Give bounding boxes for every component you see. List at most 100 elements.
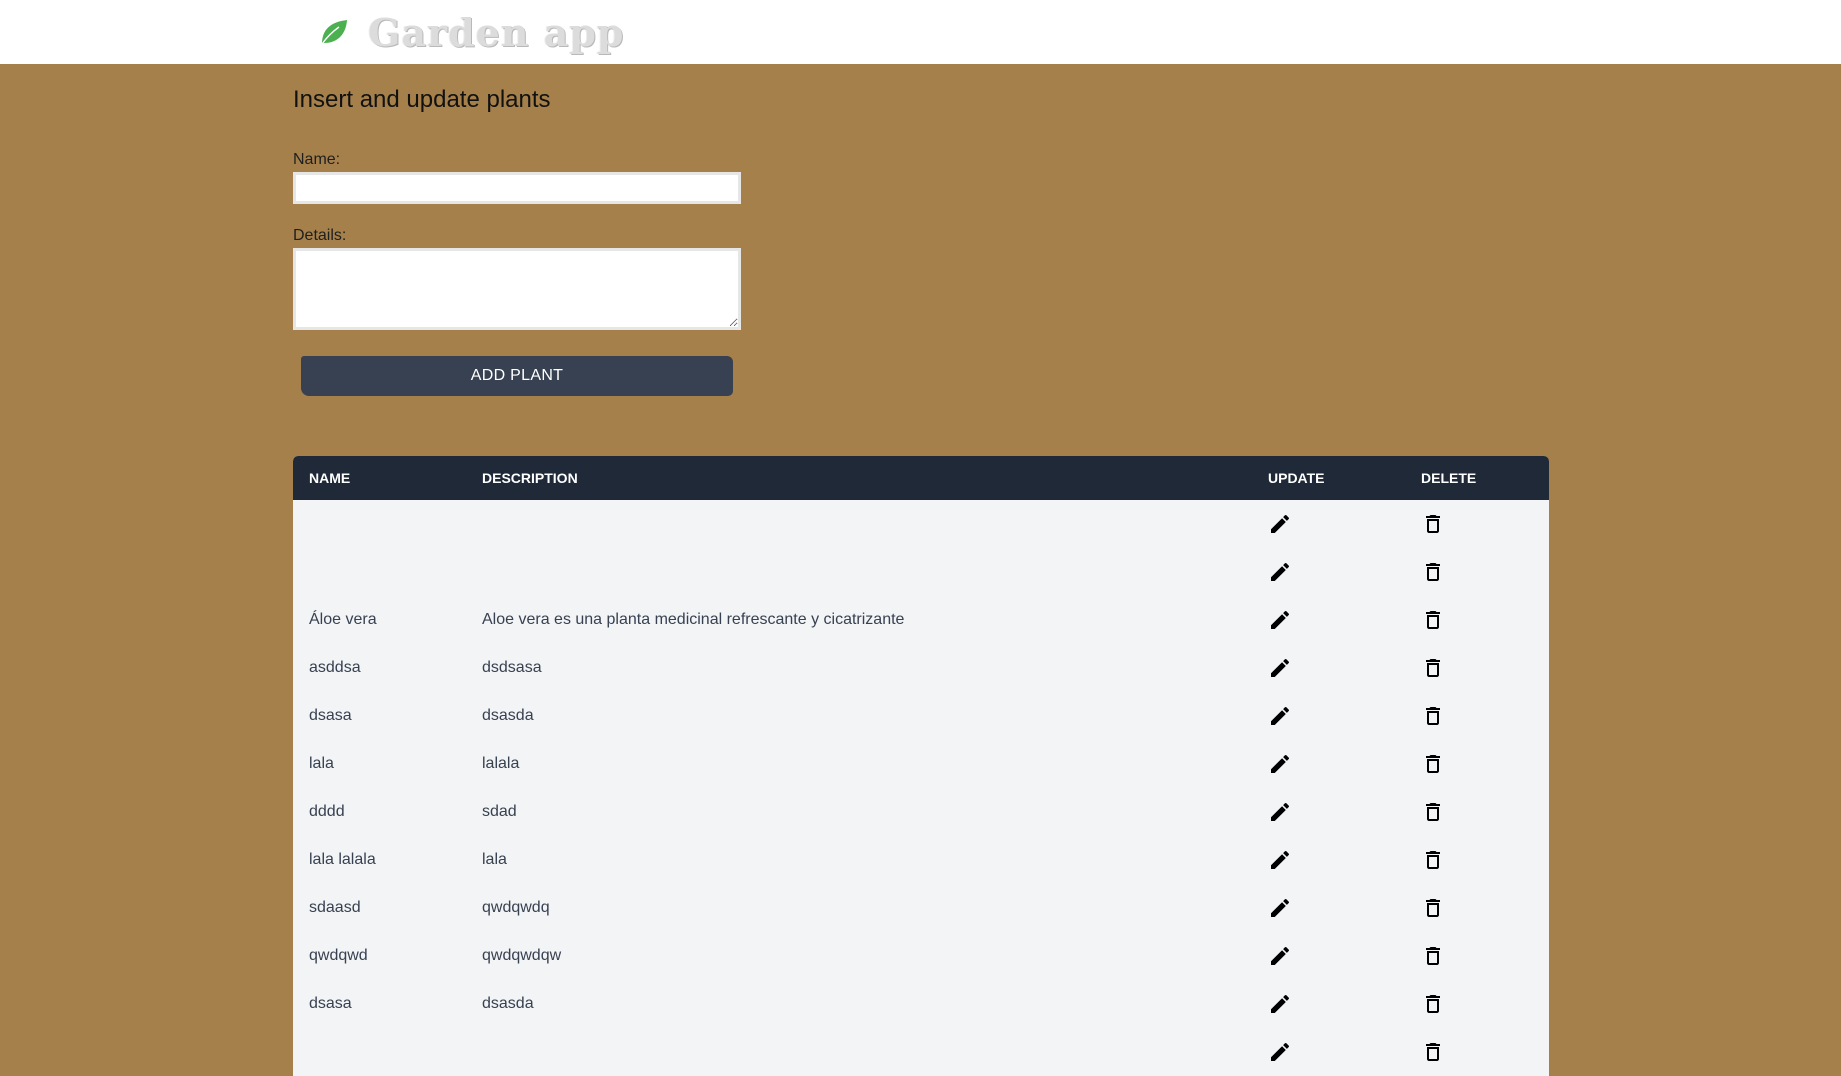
update-cell: [1252, 548, 1405, 596]
trash-icon[interactable]: [1421, 608, 1445, 632]
plant-name-cell: asddsa: [309, 659, 361, 676]
trash-icon[interactable]: [1421, 992, 1445, 1016]
update-cell: [1252, 500, 1405, 548]
pencil-icon[interactable]: [1268, 752, 1292, 776]
update-cell: [1252, 788, 1405, 836]
trash-icon[interactable]: [1421, 800, 1445, 824]
page-title: Insert and update plants: [293, 86, 551, 113]
delete-cell: [1405, 740, 1549, 788]
plant-description-cell: lala: [482, 851, 507, 868]
table-row: dsasa dsasda: [293, 692, 1549, 740]
plant-description-cell: Aloe vera es una planta medicinal refres…: [482, 611, 905, 628]
name-label: Name:: [293, 151, 341, 168]
delete-cell: [1405, 644, 1549, 692]
table-body: Áloe vera Aloe vera es una planta medici…: [293, 500, 1549, 1076]
plant-description-cell: lalala: [482, 755, 520, 772]
table-row: [293, 1028, 1549, 1076]
pencil-icon[interactable]: [1268, 896, 1292, 920]
pencil-icon[interactable]: [1268, 992, 1292, 1016]
header-delete: DELETE: [1421, 470, 1477, 486]
plant-description-cell: dsasda: [482, 995, 534, 1012]
leaf-icon: [321, 20, 347, 45]
header-name: NAME: [309, 470, 351, 486]
plant-name-cell: dsasa: [309, 707, 352, 724]
pencil-icon[interactable]: [1268, 560, 1292, 584]
delete-cell: [1405, 596, 1549, 644]
pencil-icon[interactable]: [1268, 608, 1292, 632]
trash-icon[interactable]: [1421, 512, 1445, 536]
update-cell: [1252, 740, 1405, 788]
delete-cell: [1405, 836, 1549, 884]
update-cell: [1252, 644, 1405, 692]
plant-name-cell: dddd: [309, 803, 345, 820]
table-row: asddsa dsdsasa: [293, 644, 1549, 692]
plant-name-cell: lala: [309, 755, 334, 772]
add-plant-button[interactable]: ADD PLANT: [301, 356, 733, 396]
brand[interactable]: Garden app: [318, 9, 625, 55]
plant-description-cell: dsdsasa: [482, 659, 542, 676]
pencil-icon[interactable]: [1268, 800, 1292, 824]
plant-name-cell: [293, 1028, 466, 1076]
table-row: Áloe vera Aloe vera es una planta medici…: [293, 596, 1549, 644]
table-row: [293, 548, 1549, 596]
update-cell: [1252, 980, 1405, 1028]
plant-description-cell: qwdqwdq: [482, 899, 550, 916]
update-cell: [1252, 884, 1405, 932]
pencil-icon[interactable]: [1268, 1040, 1292, 1064]
table-row: dddd sdad: [293, 788, 1549, 836]
plant-description-cell: qwdqwdqw: [482, 947, 562, 964]
plant-description-cell: dsasda: [482, 707, 534, 724]
plant-description-cell: [466, 1028, 1252, 1076]
plant-name-cell: dsasa: [309, 995, 352, 1012]
table-row: dsasa dsasda: [293, 980, 1549, 1028]
trash-icon[interactable]: [1421, 944, 1445, 968]
update-cell: [1252, 1028, 1405, 1076]
pencil-icon[interactable]: [1268, 944, 1292, 968]
update-cell: [1252, 836, 1405, 884]
trash-icon[interactable]: [1421, 752, 1445, 776]
plant-name-cell: Áloe vera: [309, 611, 377, 628]
update-cell: [1252, 596, 1405, 644]
table-row: [293, 500, 1549, 548]
pencil-icon[interactable]: [1268, 656, 1292, 680]
plant-name-cell: sdaasd: [309, 899, 361, 916]
delete-cell: [1405, 788, 1549, 836]
plant-description-cell: [466, 548, 1252, 596]
plant-description-cell: [466, 500, 1252, 548]
table-row: sdaasd qwdqwdq: [293, 884, 1549, 932]
top-navbar: Garden app: [0, 0, 1841, 64]
plant-description-cell: sdad: [482, 803, 517, 820]
delete-cell: [1405, 1028, 1549, 1076]
table-row: qwdqwd qwdqwdqw: [293, 932, 1549, 980]
pencil-icon[interactable]: [1268, 704, 1292, 728]
header-update: UPDATE: [1268, 470, 1325, 486]
trash-icon[interactable]: [1421, 896, 1445, 920]
table-row: lala lalala lala: [293, 836, 1549, 884]
trash-icon[interactable]: [1421, 560, 1445, 584]
pencil-icon[interactable]: [1268, 848, 1292, 872]
trash-icon[interactable]: [1421, 848, 1445, 872]
details-label: Details:: [293, 227, 347, 244]
table-row: lala lalala: [293, 740, 1549, 788]
delete-cell: [1405, 980, 1549, 1028]
plant-name-cell: qwdqwd: [309, 947, 368, 964]
header-description: DESCRIPTION: [482, 470, 578, 486]
plants-table: NAME DESCRIPTION UPDATE DELETE Áloe vera…: [293, 456, 1549, 1076]
pencil-icon[interactable]: [1268, 512, 1292, 536]
plant-name-cell: [293, 548, 466, 596]
delete-cell: [1405, 884, 1549, 932]
delete-cell: [1405, 692, 1549, 740]
trash-icon[interactable]: [1421, 704, 1445, 728]
trash-icon[interactable]: [1421, 1040, 1445, 1064]
delete-cell: [1405, 500, 1549, 548]
update-cell: [1252, 692, 1405, 740]
name-input[interactable]: [293, 172, 741, 204]
delete-cell: [1405, 932, 1549, 980]
delete-cell: [1405, 548, 1549, 596]
plant-name-cell: [293, 500, 466, 548]
update-cell: [1252, 932, 1405, 980]
details-textarea[interactable]: [293, 248, 741, 330]
plant-name-cell: lala lalala: [309, 851, 376, 868]
trash-icon[interactable]: [1421, 656, 1445, 680]
app-title: Garden app: [368, 9, 625, 55]
